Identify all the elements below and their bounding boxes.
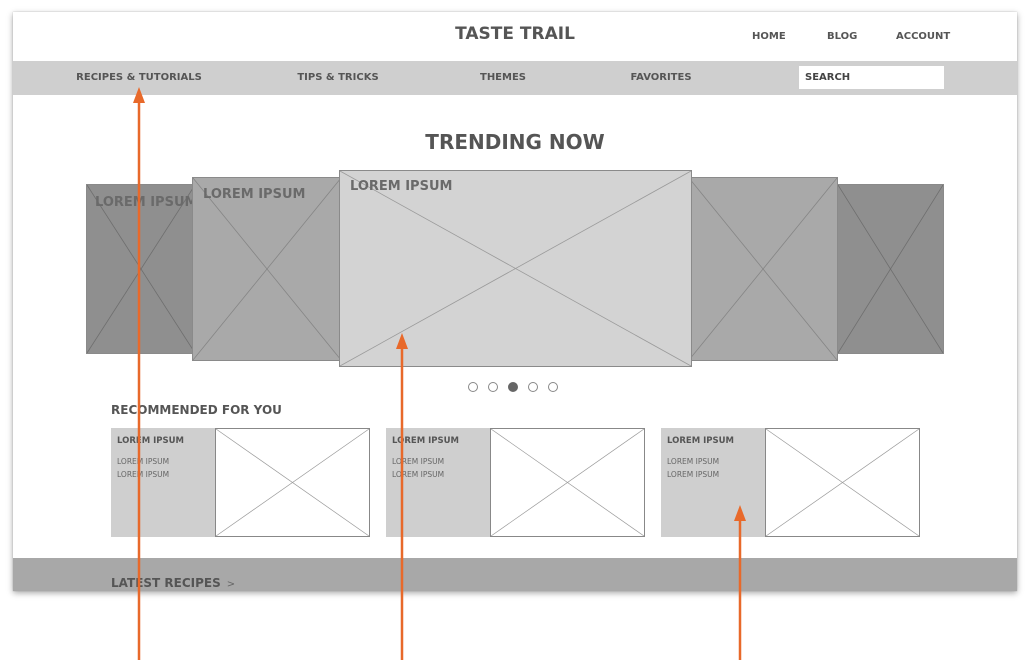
card-line: LOREM IPSUM [667,470,720,479]
card-line: LOREM IPSUM [392,457,445,466]
image-placeholder-icon [491,429,644,536]
card-line: LOREM IPSUM [392,470,445,479]
carousel-dot-2[interactable] [488,382,498,392]
image-placeholder-icon [689,178,837,360]
card-line: LOREM IPSUM [117,457,170,466]
nav-item-themes[interactable]: THEMES [480,72,526,83]
latest-recipes-title: LATEST RECIPES [111,576,221,590]
category-nav: RECIPES & TUTORIALS TIPS & TRICKS THEMES… [13,61,1017,95]
card-text-panel: LOREM IPSUM LOREM IPSUM LOREM IPSUM [661,428,765,537]
site-title[interactable]: TASTE TRAIL [13,24,1017,44]
card-text-panel: LOREM IPSUM LOREM IPSUM LOREM IPSUM [111,428,215,537]
image-placeholder-icon [838,185,943,353]
latest-recipes-link[interactable]: LATEST RECIPES > [111,576,235,590]
nav-item-favorites[interactable]: FAVORITES [630,72,691,83]
recommended-card-1[interactable]: LOREM IPSUM LOREM IPSUM LOREM IPSUM [111,428,370,537]
carousel-dot-4[interactable] [528,382,538,392]
chevron-right-icon: > [226,579,236,590]
card-text-panel: LOREM IPSUM LOREM IPSUM LOREM IPSUM [386,428,490,537]
slide-label: LOREM IPSUM [350,179,453,194]
carousel-slide-right[interactable] [688,177,838,361]
carousel-dot-5[interactable] [548,382,558,392]
recommended-card-2[interactable]: LOREM IPSUM LOREM IPSUM LOREM IPSUM [386,428,645,537]
card-image-placeholder [765,428,920,537]
search-input[interactable] [799,66,944,89]
slide-label: LOREM IPSUM [203,187,306,202]
latest-recipes-band: LATEST RECIPES > [13,558,1017,591]
card-image-placeholder [215,428,370,537]
card-line: LOREM IPSUM [667,457,720,466]
card-title: LOREM IPSUM [667,436,734,446]
image-placeholder-icon [193,178,341,360]
account-link[interactable]: ACCOUNT [896,31,950,42]
image-placeholder-icon [216,429,369,536]
carousel-slide-active[interactable]: LOREM IPSUM [339,170,692,367]
carousel-dot-1[interactable] [468,382,478,392]
recommended-title: RECOMMENDED FOR YOU [111,403,282,417]
carousel-slide-far-right[interactable] [837,184,944,354]
card-title: LOREM IPSUM [392,436,459,446]
image-placeholder-icon [340,171,691,366]
home-link[interactable]: HOME [752,31,786,42]
blog-link[interactable]: BLOG [827,31,857,42]
carousel-slide-left[interactable]: LOREM IPSUM [192,177,342,361]
carousel-slide-far-left[interactable]: LOREM IPSUM [86,184,198,354]
carousel-dot-3[interactable] [508,382,518,392]
nav-item-recipes-tutorials[interactable]: RECIPES & TUTORIALS [76,72,202,83]
image-placeholder-icon [766,429,919,536]
wireframe-page: TASTE TRAIL HOME BLOG ACCOUNT RECIPES & … [13,12,1017,591]
card-line: LOREM IPSUM [117,470,170,479]
image-placeholder-icon [87,185,195,353]
card-image-placeholder [490,428,645,537]
slide-label: LOREM IPSUM [95,195,198,210]
recommended-card-3[interactable]: LOREM IPSUM LOREM IPSUM LOREM IPSUM [661,428,920,537]
trending-title: TRENDING NOW [425,130,605,154]
card-title: LOREM IPSUM [117,436,184,446]
header: TASTE TRAIL HOME BLOG ACCOUNT [13,12,1017,61]
nav-item-tips-tricks[interactable]: TIPS & TRICKS [297,72,378,83]
